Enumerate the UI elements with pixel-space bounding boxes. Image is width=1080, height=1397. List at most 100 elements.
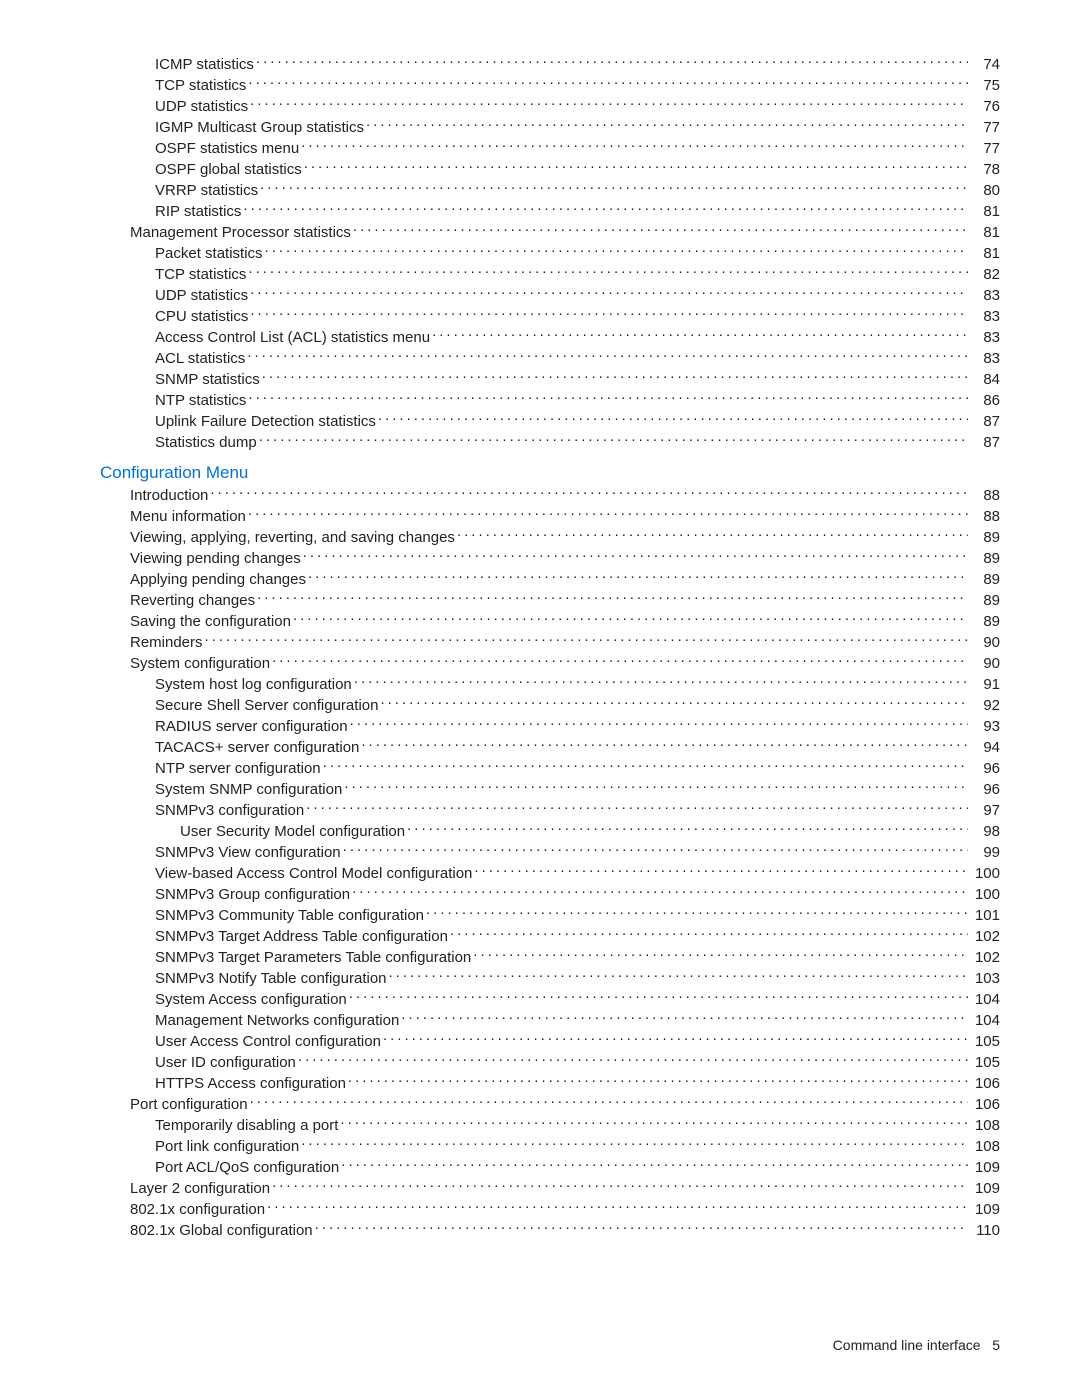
toc-entry[interactable]: RIP statistics81 bbox=[100, 201, 1000, 222]
toc-entry[interactable]: Introduction88 bbox=[100, 485, 1000, 506]
toc-entry[interactable]: Applying pending changes89 bbox=[100, 569, 1000, 590]
toc-entry-label: Saving the configuration bbox=[130, 611, 291, 632]
toc-entry[interactable]: OSPF global statistics78 bbox=[100, 159, 1000, 180]
toc-entry[interactable]: System host log configuration91 bbox=[100, 674, 1000, 695]
toc-entry[interactable]: User ID configuration105 bbox=[100, 1052, 1000, 1073]
toc-entry[interactable]: ICMP statistics74 bbox=[100, 54, 1000, 75]
toc-entry[interactable]: TACACS+ server configuration94 bbox=[100, 737, 1000, 758]
toc-leader-dots bbox=[426, 905, 968, 920]
toc-leader-dots bbox=[450, 926, 968, 941]
toc-entry-label: OSPF global statistics bbox=[155, 159, 302, 180]
toc-entry[interactable]: TCP statistics75 bbox=[100, 75, 1000, 96]
toc-entry[interactable]: CPU statistics83 bbox=[100, 306, 1000, 327]
toc-entry[interactable]: System Access configuration104 bbox=[100, 989, 1000, 1010]
toc-entry[interactable]: SNMP statistics84 bbox=[100, 369, 1000, 390]
toc-entry-label: SNMPv3 Target Address Table configuratio… bbox=[155, 926, 448, 947]
toc-entry[interactable]: SNMPv3 Notify Table configuration 103 bbox=[100, 968, 1000, 989]
toc-entry-label: Management Processor statistics bbox=[130, 222, 351, 243]
toc-entry-page: 100 bbox=[970, 863, 1000, 884]
toc-entry-page: 105 bbox=[970, 1052, 1000, 1073]
toc-entry[interactable]: Layer 2 configuration109 bbox=[100, 1178, 1000, 1199]
toc-leader-dots bbox=[350, 716, 968, 731]
toc-leader-dots bbox=[308, 569, 968, 584]
toc-entry-label: HTTPS Access configuration bbox=[155, 1073, 346, 1094]
toc-entry-page: 76 bbox=[970, 96, 1000, 117]
toc-entry-label: UDP statistics bbox=[155, 96, 248, 117]
toc-entry[interactable]: System SNMP configuration96 bbox=[100, 779, 1000, 800]
toc-entry[interactable]: Menu information88 bbox=[100, 506, 1000, 527]
toc-entry-page: 81 bbox=[970, 243, 1000, 264]
toc-entry[interactable]: UDP statistics 76 bbox=[100, 96, 1000, 117]
toc-entry-page: 106 bbox=[970, 1094, 1000, 1115]
toc-leader-dots bbox=[248, 506, 968, 521]
toc-leader-dots bbox=[256, 54, 968, 69]
toc-entry-page: 93 bbox=[970, 716, 1000, 737]
toc-entry[interactable]: SNMPv3 Target Parameters Table configura… bbox=[100, 947, 1000, 968]
toc-entry[interactable]: Port configuration106 bbox=[100, 1094, 1000, 1115]
toc-entry[interactable]: NTP statistics86 bbox=[100, 390, 1000, 411]
toc-entry[interactable]: 802.1x configuration109 bbox=[100, 1199, 1000, 1220]
footer-text: Command line interface bbox=[833, 1337, 981, 1353]
toc-entry-page: 87 bbox=[970, 432, 1000, 453]
toc-entry[interactable]: Uplink Failure Detection statistics87 bbox=[100, 411, 1000, 432]
toc-entry-page: 90 bbox=[970, 632, 1000, 653]
toc-entry[interactable]: SNMPv3 configuration97 bbox=[100, 800, 1000, 821]
toc-entry[interactable]: 802.1x Global configuration110 bbox=[100, 1220, 1000, 1241]
toc-entry[interactable]: View-based Access Control Model configur… bbox=[100, 863, 1000, 884]
toc-entry-label: SNMPv3 View configuration bbox=[155, 842, 341, 863]
toc-entry[interactable]: Temporarily disabling a port108 bbox=[100, 1115, 1000, 1136]
toc-entry[interactable]: UDP statistics83 bbox=[100, 285, 1000, 306]
toc-entry-label: ACL statistics bbox=[155, 348, 245, 369]
toc-entry[interactable]: NTP server configuration96 bbox=[100, 758, 1000, 779]
toc-entry[interactable]: IGMP Multicast Group statistics77 bbox=[100, 117, 1000, 138]
toc-entry[interactable]: RADIUS server configuration93 bbox=[100, 716, 1000, 737]
toc-leader-dots bbox=[210, 485, 968, 500]
toc-entry-label: SNMPv3 Notify Table configuration bbox=[155, 968, 387, 989]
toc-entry[interactable]: Packet statistics 81 bbox=[100, 243, 1000, 264]
toc-entry[interactable]: Port link configuration108 bbox=[100, 1136, 1000, 1157]
toc-entry[interactable]: Management Networks configuration104 bbox=[100, 1010, 1000, 1031]
toc-entry[interactable]: SNMPv3 Target Address Table configuratio… bbox=[100, 926, 1000, 947]
toc-entry-page: 96 bbox=[970, 758, 1000, 779]
toc-entry[interactable]: Reverting changes89 bbox=[100, 590, 1000, 611]
toc-leader-dots bbox=[301, 1136, 968, 1151]
toc-entry-label: Layer 2 configuration bbox=[130, 1178, 270, 1199]
toc-entry[interactable]: Port ACL/QoS configuration109 bbox=[100, 1157, 1000, 1178]
toc-entry-label: System SNMP configuration bbox=[155, 779, 342, 800]
toc-entry[interactable]: Secure Shell Server configuration92 bbox=[100, 695, 1000, 716]
toc-entry[interactable]: Management Processor statistics81 bbox=[100, 222, 1000, 243]
toc-entry[interactable]: SNMPv3 Group configuration100 bbox=[100, 884, 1000, 905]
toc-leader-dots bbox=[272, 653, 968, 668]
toc-entry[interactable]: OSPF statistics menu77 bbox=[100, 138, 1000, 159]
toc-entry[interactable]: SNMPv3 Community Table configuration101 bbox=[100, 905, 1000, 926]
toc-entry-label: Packet statistics bbox=[155, 243, 263, 264]
toc-entry[interactable]: Viewing, applying, reverting, and saving… bbox=[100, 527, 1000, 548]
toc-leader-dots bbox=[389, 968, 968, 983]
toc-entry[interactable]: SNMPv3 View configuration99 bbox=[100, 842, 1000, 863]
toc-entry-label: Viewing, applying, reverting, and saving… bbox=[130, 527, 455, 548]
toc-entry[interactable]: Saving the configuration89 bbox=[100, 611, 1000, 632]
toc-entry-label: Introduction bbox=[130, 485, 208, 506]
toc-entry[interactable]: Access Control List (ACL) statistics men… bbox=[100, 327, 1000, 348]
toc-entry[interactable]: User Security Model configuration98 bbox=[100, 821, 1000, 842]
toc-leader-dots bbox=[432, 327, 968, 342]
toc-entry-page: 82 bbox=[970, 264, 1000, 285]
toc-entry[interactable]: HTTPS Access configuration106 bbox=[100, 1073, 1000, 1094]
toc-entry-page: 90 bbox=[970, 653, 1000, 674]
toc-leader-dots bbox=[272, 1178, 968, 1193]
toc-entry-page: 84 bbox=[970, 369, 1000, 390]
toc-entry[interactable]: TCP statistics82 bbox=[100, 264, 1000, 285]
toc-entry[interactable]: System configuration90 bbox=[100, 653, 1000, 674]
toc-entry[interactable]: User Access Control configuration105 bbox=[100, 1031, 1000, 1052]
section-heading-configuration-menu[interactable]: Configuration Menu bbox=[100, 463, 1000, 483]
toc-entry-page: 91 bbox=[970, 674, 1000, 695]
toc-entry[interactable]: Viewing pending changes89 bbox=[100, 548, 1000, 569]
toc-entry[interactable]: ACL statistics83 bbox=[100, 348, 1000, 369]
toc-entry-label: UDP statistics bbox=[155, 285, 248, 306]
toc-entry[interactable]: Reminders90 bbox=[100, 632, 1000, 653]
toc-entry[interactable]: VRRP statistics80 bbox=[100, 180, 1000, 201]
toc-leader-dots bbox=[265, 243, 968, 258]
toc-entry[interactable]: Statistics dump87 bbox=[100, 432, 1000, 453]
toc-entry-label: IGMP Multicast Group statistics bbox=[155, 117, 364, 138]
toc-entry-page: 103 bbox=[970, 968, 1000, 989]
